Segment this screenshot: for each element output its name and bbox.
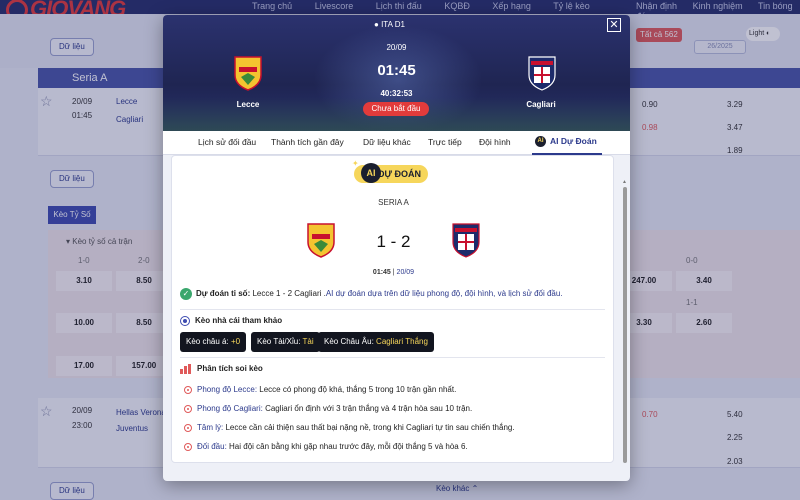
league-name: SERIA A [378, 198, 409, 207]
scroll-up-arrow[interactable]: ▲ [622, 179, 628, 185]
away-team-name: Cagliari [526, 100, 556, 109]
divider [180, 357, 605, 358]
ai-prediction-panel: ✦ DỰ ĐOÁN AI SERIA A 1 - 2 01:45 | 20/09… [171, 155, 614, 463]
match-date: 20/09 [386, 43, 407, 52]
bookmaker-odds-title: Kèo nhà cái tham khảo [180, 316, 282, 326]
modal-tabs: Lịch sử đối đầu Thành tích gần đây Dữ li… [163, 131, 630, 155]
check-icon: ✓ [180, 288, 192, 300]
predicted-score: 1 - 2 [376, 232, 411, 251]
asian-handicap-pill: Kèo châu á: +0 [180, 332, 247, 352]
match-detail-modal: ● ITA D1 ✕ Lecce Cagliari 20/09 01:45 40… [163, 15, 630, 481]
analysis-item: Tâm lý: Lecce cần cải thiện sau thất bại… [184, 422, 515, 434]
divider [180, 309, 605, 310]
analysis-item: Phong độ Lecce: Lecce có phong độ khá, t… [184, 384, 456, 396]
tab-other-data[interactable]: Dữ liệu khác [363, 137, 411, 147]
over-under-pill: Kèo Tài/Xỉu: Tài [251, 332, 320, 352]
close-button[interactable]: ✕ [607, 18, 621, 32]
home-team-name: Lecce [236, 100, 260, 109]
tab-live[interactable]: Trực tiếp [428, 137, 462, 147]
match-header: ● ITA D1 ✕ Lecce Cagliari 20/09 01:45 40… [163, 15, 630, 131]
tab-ai-prediction[interactable]: AI AI Dự Đoán [535, 136, 597, 148]
european-odds-pill: Kèo Châu Âu: Cagliari Thắng [318, 332, 434, 352]
ai-icon: AI [535, 136, 546, 148]
target-icon [184, 385, 192, 394]
tab-head-to-head[interactable]: Lịch sử đối đầu [198, 137, 256, 147]
match-status-badge: Chưa bắt đầu [363, 102, 429, 116]
target-icon [184, 442, 192, 451]
analysis-item: Phong độ Cagliari: Cagliari ổn định với … [184, 403, 472, 415]
tab-recent-form[interactable]: Thành tích gần đây [271, 137, 344, 147]
match-kickoff-time: 01:45 [377, 62, 416, 79]
tab-lineup[interactable]: Đội hình [479, 137, 511, 147]
chart-icon [180, 364, 192, 374]
target-icon [184, 404, 192, 413]
cagliari-crest [452, 223, 480, 258]
prediction-summary: ✓ Dự đoán tỉ số: Lecce 1 - 2 Cagliari .AI… [180, 288, 605, 300]
analysis-title: Phân tích soi kèo [180, 364, 263, 374]
countdown-timer: 40:32:53 [380, 89, 413, 98]
prediction-datetime: 01:45 | 20/09 [372, 269, 415, 276]
target-icon [184, 423, 192, 432]
scrollbar[interactable] [623, 187, 627, 463]
league-tag: ● ITA D1 [374, 20, 405, 29]
ai-icon: AI [361, 163, 381, 183]
analysis-item: Đối đầu: Hai đội cân bằng khi gặp nhau t… [184, 441, 468, 453]
target-icon [180, 316, 190, 326]
